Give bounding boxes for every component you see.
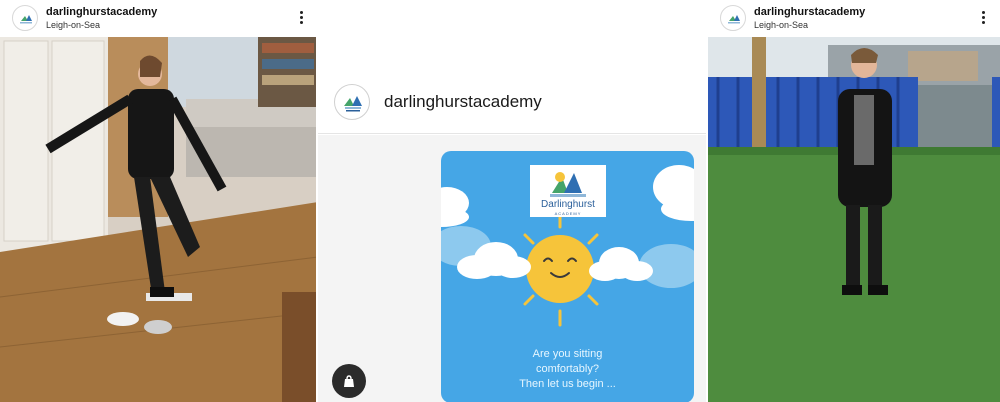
school-logo-icon[interactable] [12, 5, 38, 31]
school-logo-icon[interactable] [720, 5, 746, 31]
bag-icon-button[interactable] [332, 364, 366, 398]
school-logo-icon[interactable] [334, 84, 370, 120]
academy-logo: Darlinghurst ACADEMY [530, 165, 606, 217]
post-center: darlinghurstacademy Darlinghurst ACADEMY… [318, 0, 708, 402]
card-caption: Are you sitting comfortably? Then let us… [441, 347, 694, 392]
post-left: darlinghurstacademy Leigh-on-Sea [0, 0, 318, 402]
post-header: darlinghurstacademy Leigh-on-Sea [0, 0, 318, 36]
post-right: darlinghurstacademy Leigh-on-Sea [708, 0, 1000, 402]
post-location[interactable]: Leigh-on-Sea [46, 20, 100, 30]
caption-line: Are you sitting [532, 348, 603, 360]
post-username[interactable]: darlinghurstacademy [46, 6, 157, 18]
profile-username[interactable]: darlinghurstacademy [384, 92, 542, 112]
post-media[interactable]: Darlinghurst ACADEMY Are you sitting com… [318, 135, 708, 402]
post-username[interactable]: darlinghurstacademy [754, 6, 865, 18]
post-photo-student-playground[interactable] [708, 37, 1000, 402]
more-vertical-icon[interactable] [296, 10, 306, 26]
caption-line: comfortably? [536, 363, 599, 375]
caption-line: Then let us begin ... [519, 378, 616, 390]
logo-text: Darlinghurst [541, 199, 595, 210]
post-header: darlinghurstacademy Leigh-on-Sea [708, 0, 1000, 36]
more-vertical-icon[interactable] [978, 10, 988, 26]
profile-header: darlinghurstacademy [318, 0, 708, 134]
bag-icon [344, 375, 354, 387]
story-card[interactable]: Darlinghurst ACADEMY Are you sitting com… [441, 151, 694, 402]
post-photo-balancing-child[interactable] [0, 37, 318, 402]
logo-subtext: ACADEMY [554, 211, 582, 216]
post-location[interactable]: Leigh-on-Sea [754, 20, 808, 30]
